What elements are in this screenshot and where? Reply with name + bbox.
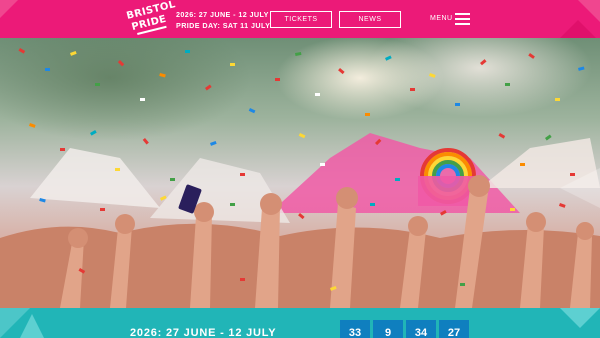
band-decor-triangle xyxy=(20,314,44,338)
header-decor-triangle xyxy=(560,20,596,38)
news-button[interactable]: NEWS xyxy=(339,11,401,28)
header-decor-triangle xyxy=(0,0,18,18)
festival-dates: 2026: 27 JUNE - 12 JULY PRIDE DAY: SAT 1… xyxy=(176,9,270,31)
countdown-band: 2026: 27 JUNE - 12 JULY 33 9 34 27 xyxy=(0,308,600,338)
festival-dates-banner: 2026: 27 JUNE - 12 JULY xyxy=(130,327,277,338)
countdown-hours: 9 xyxy=(373,320,403,338)
countdown-seconds: 27 xyxy=(439,320,469,338)
menu-label: MENU xyxy=(430,15,453,22)
bristol-pride-logo[interactable]: BRISTOL PRIDE xyxy=(125,0,177,38)
festival-dates-line: 2026: 27 JUNE - 12 JULY xyxy=(176,10,269,19)
band-decor-triangle xyxy=(560,308,600,328)
hero-scene xyxy=(0,48,600,308)
hero-crowd-confetti-image xyxy=(0,38,600,308)
site-header: BRISTOL PRIDE 2026: 27 JUNE - 12 JULY PR… xyxy=(0,0,600,38)
tickets-button[interactable]: TICKETS xyxy=(270,11,332,28)
header-decor-triangle xyxy=(578,0,600,22)
hamburger-icon xyxy=(455,12,470,25)
pride-day-line: PRIDE DAY: SAT 11 JULY xyxy=(176,21,271,30)
countdown-days: 33 xyxy=(340,320,370,338)
countdown-minutes: 34 xyxy=(406,320,436,338)
